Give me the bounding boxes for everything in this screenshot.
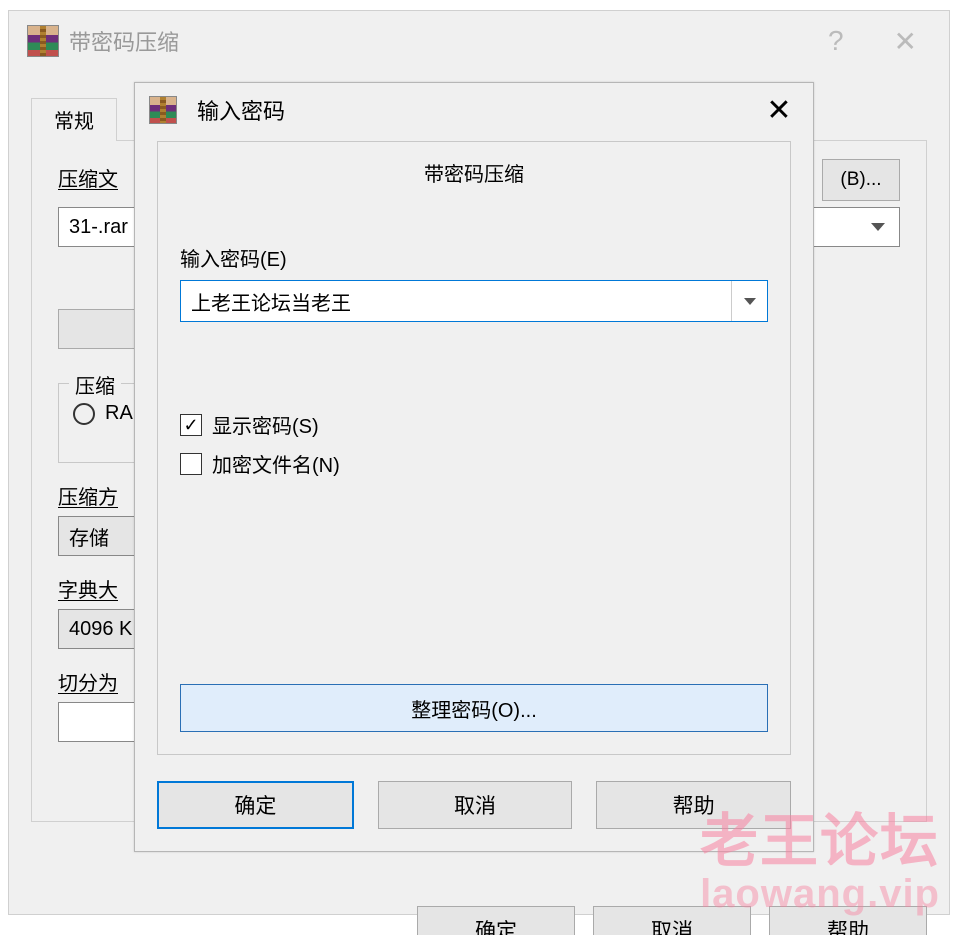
browse-button[interactable]: (B)... [822,159,900,201]
modal-cancel-button[interactable]: 取消 [378,781,573,829]
compression-method-label: 压缩方 [58,481,118,510]
parent-window-title: 带密码压缩 [69,25,179,57]
parent-cancel-button[interactable]: 取消 [593,906,751,935]
close-icon[interactable]: ✕ [759,93,799,128]
winrar-icon [27,25,59,57]
dictionary-size-value: 4096 K [69,618,132,641]
password-dropdown-button[interactable] [731,281,767,321]
modal-title: 输入密码 [197,94,285,126]
parent-cancel-label: 取消 [651,915,693,935]
checkbox-icon [180,414,202,436]
password-dialog: 输入密码 ✕ 带密码压缩 输入密码(E) 显示密码(S) 加密文件名(N) 整理… [134,82,814,852]
modal-help-button[interactable]: 帮助 [596,781,791,829]
split-volumes-label: 切分为 [58,667,118,696]
modal-titlebar: 输入密码 ✕ [135,83,813,137]
archive-format-legend: 压缩 [69,370,121,399]
organize-passwords-label: 整理密码(O)... [411,694,537,723]
modal-help-label: 帮助 [673,790,715,820]
parent-dialog-buttons: 确定 取消 帮助 [31,906,927,935]
dictionary-size-label: 字典大 [58,574,118,603]
password-input-wrap [180,280,768,322]
help-icon[interactable]: ? [828,25,844,58]
password-options: 显示密码(S) 加密文件名(N) [180,410,768,478]
show-password-label: 显示密码(S) [212,410,319,439]
password-label: 输入密码(E) [180,243,768,272]
modal-cancel-label: 取消 [454,790,496,820]
modal-ok-button[interactable]: 确定 [157,781,354,829]
browse-button-label: (B)... [840,169,881,191]
parent-window-controls: ? ✕ [828,25,941,58]
tab-general[interactable]: 常规 [31,98,117,141]
parent-ok-button[interactable]: 确定 [417,906,575,935]
modal-dialog-buttons: 确定 取消 帮助 [157,781,791,829]
checkbox-icon [180,453,202,475]
compression-method-value: 存储 [69,522,109,551]
parent-help-label: 帮助 [827,915,869,935]
show-password-checkbox[interactable]: 显示密码(S) [180,410,768,439]
password-input[interactable] [181,281,727,321]
parent-help-button[interactable]: 帮助 [769,906,927,935]
encrypt-filenames-checkbox[interactable]: 加密文件名(N) [180,449,768,478]
archive-name-label: 压缩文 [58,163,118,192]
modal-heading: 带密码压缩 [180,158,768,187]
close-icon[interactable]: ✕ [894,25,917,58]
parent-titlebar: 带密码压缩 ? ✕ [9,11,949,71]
parent-ok-label: 确定 [475,915,517,935]
modal-ok-label: 确定 [234,790,276,820]
organize-passwords-button[interactable]: 整理密码(O)... [180,684,768,732]
modal-body: 带密码压缩 输入密码(E) 显示密码(S) 加密文件名(N) 整理密码(O)..… [157,141,791,755]
winrar-icon [149,96,177,124]
archive-name-value: 31-.rar [69,216,128,239]
format-rar-label: RA [105,402,133,425]
encrypt-filenames-label: 加密文件名(N) [212,449,340,478]
radio-icon [73,403,95,425]
